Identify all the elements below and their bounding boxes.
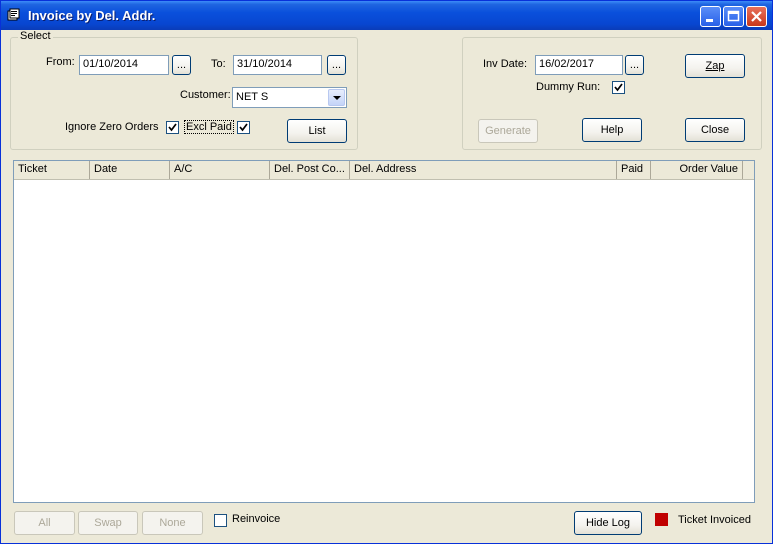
invoice-window: Invoice by Del. Addr. Select From: 01/10… <box>0 0 773 544</box>
checkmark-icon <box>614 83 623 92</box>
maximize-button[interactable] <box>723 6 744 27</box>
close-button[interactable]: Close <box>685 118 745 142</box>
to-date-input[interactable]: 31/10/2014 <box>233 55 322 75</box>
help-button[interactable]: Help <box>582 118 642 142</box>
close-icon <box>751 11 762 22</box>
generate-button[interactable]: Generate <box>478 119 538 143</box>
dummy-run-checkbox[interactable] <box>612 81 625 94</box>
from-label: From: <box>46 56 75 68</box>
ticket-invoiced-color-swatch <box>655 513 668 526</box>
zap-button[interactable]: Zap <box>685 54 745 78</box>
customer-select[interactable]: NET S <box>232 87 347 108</box>
swap-button[interactable]: Swap <box>78 511 138 535</box>
reinvoice-checkbox[interactable] <box>214 514 227 527</box>
customer-dropdown-arrow[interactable] <box>328 89 345 106</box>
from-date-browse-button[interactable]: ... <box>172 55 191 75</box>
app-icon <box>7 8 20 21</box>
hide-log-button[interactable]: Hide Log <box>574 511 642 535</box>
title-bar[interactable]: Invoice by Del. Addr. <box>1 1 772 30</box>
col-header-ac[interactable]: A/C <box>170 161 270 179</box>
window-title: Invoice by Del. Addr. <box>28 8 156 23</box>
to-date-browse-button[interactable]: ... <box>327 55 346 75</box>
col-header-date[interactable]: Date <box>90 161 170 179</box>
customer-select-value: NET S <box>236 91 269 103</box>
select-group: Select From: 01/10/2014 ... To: 31/10/20… <box>10 30 358 150</box>
col-header-del-address[interactable]: Del. Address <box>350 161 617 179</box>
col-header-del-post-code[interactable]: Del. Post Co... <box>270 161 350 179</box>
select-group-legend: Select <box>18 30 53 42</box>
ticket-invoiced-legend-label: Ticket Invoiced <box>678 514 751 526</box>
from-date-input[interactable]: 01/10/2014 <box>79 55 169 75</box>
excl-paid-label: Excl Paid <box>184 120 234 134</box>
reinvoice-label: Reinvoice <box>232 513 281 525</box>
checkmark-icon <box>168 123 177 132</box>
select-all-button[interactable]: All <box>14 511 75 535</box>
list-button[interactable]: List <box>287 119 347 143</box>
select-none-button[interactable]: None <box>142 511 203 535</box>
inv-date-label: Inv Date: <box>483 58 528 70</box>
chevron-down-icon <box>333 96 341 100</box>
dummy-run-label: Dummy Run: <box>536 81 601 93</box>
grid-header: Ticket Date A/C Del. Post Co... Del. Add… <box>14 161 754 180</box>
maximize-icon <box>727 10 740 22</box>
col-header-paid[interactable]: Paid <box>617 161 651 179</box>
excl-paid-checkbox[interactable] <box>237 121 250 134</box>
minimize-icon <box>706 19 713 22</box>
inv-date-browse-button[interactable]: ... <box>625 55 644 75</box>
client-area: Select From: 01/10/2014 ... To: 31/10/20… <box>5 30 768 542</box>
customer-label: Customer: <box>180 89 231 101</box>
close-window-button[interactable] <box>746 6 767 27</box>
col-header-order-value[interactable]: Order Value <box>651 161 743 179</box>
checkmark-icon <box>239 123 248 132</box>
ignore-zero-orders-checkbox[interactable] <box>166 121 179 134</box>
tickets-grid[interactable]: Ticket Date A/C Del. Post Co... Del. Add… <box>13 160 755 503</box>
col-header-ticket[interactable]: Ticket <box>14 161 90 179</box>
inv-date-input[interactable]: 16/02/2017 <box>535 55 623 75</box>
to-label: To: <box>211 58 226 70</box>
ignore-zero-orders-label: Ignore Zero Orders <box>65 121 159 133</box>
minimize-button[interactable] <box>700 6 721 27</box>
invoice-options-group: Inv Date: 16/02/2017 ... Dummy Run: Zap … <box>462 37 762 150</box>
